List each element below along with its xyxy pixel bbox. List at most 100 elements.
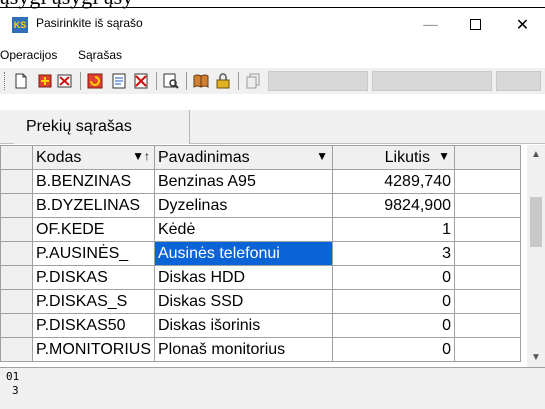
- table-row[interactable]: P.MONITORIUS Plonaš monitorius 0: [0, 337, 521, 362]
- items-grid: Kodas ▼↑ Pavadinimas ▼ Likutis ▼ B.BENZI…: [0, 145, 545, 367]
- cell-likutis[interactable]: 0: [331, 337, 455, 362]
- column-header-label: Likutis: [384, 148, 430, 166]
- column-header-likutis[interactable]: Likutis ▼: [331, 145, 455, 170]
- empty-cell: [453, 265, 521, 290]
- cell-likutis[interactable]: 1: [331, 217, 455, 242]
- sort-icon[interactable]: ▼: [316, 149, 328, 163]
- toolbar-separator: [156, 72, 157, 90]
- menu-bar: Operacijos Sąrašas: [0, 46, 545, 66]
- scroll-thumb[interactable]: [530, 197, 542, 247]
- add-icon[interactable]: [36, 72, 54, 90]
- window-title: Pasirinkite iš sąrašo: [36, 16, 143, 30]
- empty-cell: [453, 313, 521, 338]
- row-indicator[interactable]: [0, 217, 33, 242]
- cropped-top-text: ąšygi ąšygi ąšy: [0, 0, 545, 10]
- cell-pavadinimas[interactable]: Dyzelinas: [153, 193, 333, 218]
- empty-cell: [453, 169, 521, 194]
- tab-prekiu-sarasas[interactable]: Prekių sąrašas: [14, 110, 190, 144]
- column-header-label: Pavadinimas: [157, 148, 250, 166]
- toolbar-separator: [186, 72, 187, 90]
- toolbar-separator: [238, 72, 239, 90]
- table-row[interactable]: P.DISKAS Diskas HDD 0: [0, 265, 521, 290]
- row-indicator[interactable]: [0, 265, 33, 290]
- toolbar-disabled-area: [496, 71, 541, 91]
- row-indicator[interactable]: [0, 193, 33, 218]
- items-table: Kodas ▼↑ Pavadinimas ▼ Likutis ▼ B.BENZI…: [0, 145, 521, 362]
- table-header-row: Kodas ▼↑ Pavadinimas ▼ Likutis ▼: [0, 145, 521, 170]
- toolbar: [0, 68, 545, 94]
- cropped-rule: [0, 7, 545, 8]
- status-code: 01: [6, 370, 20, 383]
- search-icon[interactable]: [162, 72, 180, 90]
- status-count: 3: [12, 384, 19, 397]
- maximize-button[interactable]: [453, 10, 498, 40]
- app-icon: KS: [12, 17, 28, 33]
- empty-cell: [453, 193, 521, 218]
- cell-likutis[interactable]: 0: [331, 289, 455, 314]
- cell-pavadinimas[interactable]: Benzinas A95: [153, 169, 333, 194]
- close-button[interactable]: ✕: [500, 10, 545, 40]
- new-document-icon[interactable]: [12, 72, 30, 90]
- cell-pavadinimas[interactable]: Kėdė: [153, 217, 333, 242]
- toolbar-disabled-area: [268, 71, 368, 91]
- minimize-button[interactable]: —: [408, 10, 453, 40]
- edit-icon[interactable]: [110, 72, 128, 90]
- row-indicator[interactable]: [0, 289, 33, 314]
- sort-icon[interactable]: ▼↑: [132, 149, 150, 163]
- cell-pavadinimas[interactable]: Diskas HDD: [153, 265, 333, 290]
- status-bar: 01 3: [0, 367, 545, 409]
- cell-likutis[interactable]: 0: [331, 313, 455, 338]
- row-indicator[interactable]: [0, 313, 33, 338]
- row-indicator[interactable]: [0, 337, 33, 362]
- scroll-up-icon[interactable]: ▲: [531, 149, 541, 160]
- refresh-icon[interactable]: [86, 72, 104, 90]
- cell-likutis[interactable]: 0: [331, 265, 455, 290]
- cell-kodas[interactable]: P.MONITORIUS: [32, 337, 155, 362]
- table-row[interactable]: B.DYZELINAS Dyzelinas 9824,900: [0, 193, 521, 218]
- remove-icon[interactable]: [132, 72, 150, 90]
- menu-sarasas[interactable]: Sąrašas: [78, 48, 122, 62]
- table-row[interactable]: OF.KEDE Kėdė 1: [0, 217, 521, 242]
- table-row[interactable]: P.DISKAS50 Diskas išorinis 0: [0, 313, 521, 338]
- toolbar-separator: [80, 72, 81, 90]
- cell-kodas[interactable]: P.DISKAS50: [32, 313, 155, 338]
- copy-icon[interactable]: [244, 72, 262, 90]
- cropped-text: ąšygi ąšygi ąšy: [0, 0, 133, 10]
- cell-pavadinimas[interactable]: Plonaš monitorius: [153, 337, 333, 362]
- tab-strip: Prekių sąrašas: [0, 110, 545, 144]
- cell-likutis[interactable]: 4289,740: [331, 169, 455, 194]
- vertical-scrollbar[interactable]: ▲ ▼: [527, 145, 545, 367]
- sort-icon[interactable]: ▼: [438, 149, 450, 163]
- book-icon[interactable]: [192, 72, 210, 90]
- empty-cell: [453, 241, 521, 266]
- row-indicator[interactable]: [0, 169, 33, 194]
- table-row[interactable]: P.AUSINĖS_ Ausinės telefonui 3: [0, 241, 521, 266]
- column-header-pavadinimas[interactable]: Pavadinimas ▼: [153, 145, 333, 170]
- toolbar-grip[interactable]: [4, 72, 6, 90]
- table-row[interactable]: P.DISKAS_S Diskas SSD 0: [0, 289, 521, 314]
- cell-kodas[interactable]: P.AUSINĖS_: [32, 241, 155, 266]
- row-indicator[interactable]: [0, 241, 33, 266]
- maximize-icon: [470, 18, 481, 30]
- cell-kodas[interactable]: P.DISKAS_S: [32, 289, 155, 314]
- cell-kodas[interactable]: B.DYZELINAS: [32, 193, 155, 218]
- cell-pavadinimas[interactable]: Ausinės telefonui: [153, 241, 333, 266]
- column-header-kodas[interactable]: Kodas ▼↑: [32, 145, 155, 170]
- table-row[interactable]: B.BENZINAS Benzinas A95 4289,740: [0, 169, 521, 194]
- cell-kodas[interactable]: OF.KEDE: [32, 217, 155, 242]
- menu-operacijos[interactable]: Operacijos: [0, 48, 57, 62]
- cell-kodas[interactable]: P.DISKAS: [32, 265, 155, 290]
- empty-cell: [453, 217, 521, 242]
- cell-pavadinimas[interactable]: Diskas SSD: [153, 289, 333, 314]
- row-indicator-header: [0, 145, 33, 170]
- empty-header: [453, 145, 521, 170]
- cell-likutis[interactable]: 9824,900: [331, 193, 455, 218]
- cell-kodas[interactable]: B.BENZINAS: [32, 169, 155, 194]
- delete-icon[interactable]: [56, 72, 74, 90]
- empty-cell: [453, 337, 521, 362]
- lock-icon[interactable]: [214, 72, 232, 90]
- cell-pavadinimas[interactable]: Diskas išorinis: [153, 313, 333, 338]
- column-header-label: Kodas: [36, 148, 82, 166]
- scroll-down-icon[interactable]: ▼: [531, 352, 541, 363]
- cell-likutis[interactable]: 3: [331, 241, 455, 266]
